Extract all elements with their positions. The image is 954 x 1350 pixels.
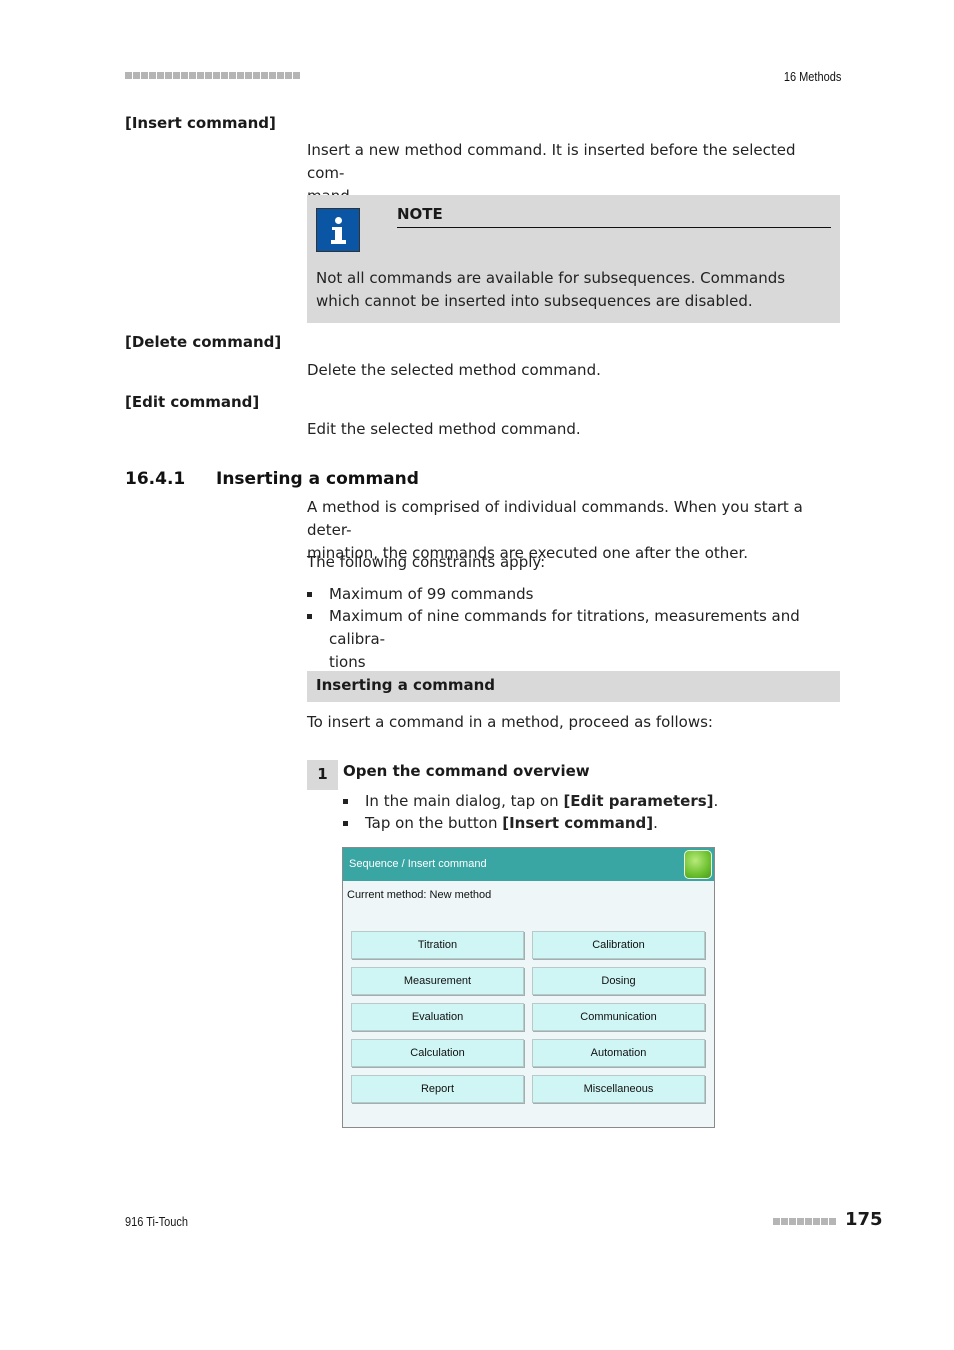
decor-square xyxy=(157,72,164,79)
decor-square xyxy=(213,72,220,79)
decor-square xyxy=(805,1218,812,1225)
decor-square xyxy=(245,72,252,79)
decor-square xyxy=(821,1218,828,1225)
procedure-title: Inserting a command xyxy=(316,676,496,694)
decor-square xyxy=(221,72,228,79)
decor-square xyxy=(277,72,284,79)
decor-square xyxy=(797,1218,804,1225)
constraint-item: Maximum of nine commands for titrations,… xyxy=(307,605,832,674)
footer-decoration xyxy=(773,1218,836,1225)
page-number: 175 xyxy=(845,1209,883,1230)
home-button-icon[interactable] xyxy=(684,850,712,879)
dialog-title-bar: Sequence / Insert command xyxy=(343,848,714,881)
info-icon xyxy=(316,208,360,252)
decor-square xyxy=(293,72,300,79)
command-button-evaluation[interactable]: Evaluation xyxy=(351,1003,524,1031)
header-decoration xyxy=(125,72,300,79)
step-bullet: In the main dialog, tap on [Edit paramet… xyxy=(343,790,868,813)
term-delete-command: [Delete command] xyxy=(125,333,282,351)
current-method-label: Current method: New method xyxy=(347,889,492,901)
procedure-title-bar: Inserting a command xyxy=(307,671,840,702)
step-number: 1 xyxy=(307,760,338,790)
command-button-automation[interactable]: Automation xyxy=(532,1039,705,1067)
command-button-measurement[interactable]: Measurement xyxy=(351,967,524,995)
section-title: Inserting a command xyxy=(216,469,419,489)
command-button-report[interactable]: Report xyxy=(351,1075,524,1103)
decor-square xyxy=(773,1218,780,1225)
term-edit-command: [Edit command] xyxy=(125,393,260,411)
step-bullet: Tap on the button [Insert command]. xyxy=(343,812,868,835)
device-screenshot: Sequence / Insert command Current method… xyxy=(342,847,715,1128)
decor-square xyxy=(189,72,196,79)
note-title: NOTE xyxy=(397,205,443,223)
note-divider xyxy=(397,227,831,228)
decor-square xyxy=(285,72,292,79)
note-text: Not all commands are available for subse… xyxy=(316,269,786,310)
decor-square xyxy=(237,72,244,79)
term-insert-command: [Insert command] xyxy=(125,114,276,132)
dialog-title: Sequence / Insert command xyxy=(349,858,487,870)
decor-square xyxy=(125,72,132,79)
command-button-titration[interactable]: Titration xyxy=(351,931,524,959)
decor-square xyxy=(829,1218,836,1225)
footer-product: 916 Ti-Touch xyxy=(125,1215,188,1229)
decor-square xyxy=(253,72,260,79)
decor-square xyxy=(781,1218,788,1225)
decor-square xyxy=(813,1218,820,1225)
decor-square xyxy=(141,72,148,79)
command-button-miscellaneous[interactable]: Miscellaneous xyxy=(532,1075,705,1103)
decor-square xyxy=(197,72,204,79)
decor-square xyxy=(181,72,188,79)
command-button-calibration[interactable]: Calibration xyxy=(532,931,705,959)
section-number: 16.4.1 xyxy=(125,469,186,489)
decor-square xyxy=(165,72,172,79)
decor-square xyxy=(133,72,140,79)
step-title: Open the command overview xyxy=(343,762,590,780)
constraints-label: The following constraints apply: xyxy=(307,553,546,571)
constraint-item: Maximum of 99 commands xyxy=(307,583,832,606)
decor-square xyxy=(205,72,212,79)
description-delete-command: Delete the selected method command. xyxy=(307,361,601,379)
note-box: NOTE Not all commands are available for … xyxy=(307,195,840,323)
decor-square xyxy=(789,1218,796,1225)
decor-square xyxy=(269,72,276,79)
chapter-title: 16 Methods xyxy=(783,70,841,84)
decor-square xyxy=(261,72,268,79)
decor-square xyxy=(173,72,180,79)
procedure-intro: To insert a command in a method, proceed… xyxy=(307,713,713,731)
decor-square xyxy=(229,72,236,79)
command-button-calculation[interactable]: Calculation xyxy=(351,1039,524,1067)
command-button-dosing[interactable]: Dosing xyxy=(532,967,705,995)
decor-square xyxy=(149,72,156,79)
description-edit-command: Edit the selected method command. xyxy=(307,420,581,438)
command-button-communication[interactable]: Communication xyxy=(532,1003,705,1031)
